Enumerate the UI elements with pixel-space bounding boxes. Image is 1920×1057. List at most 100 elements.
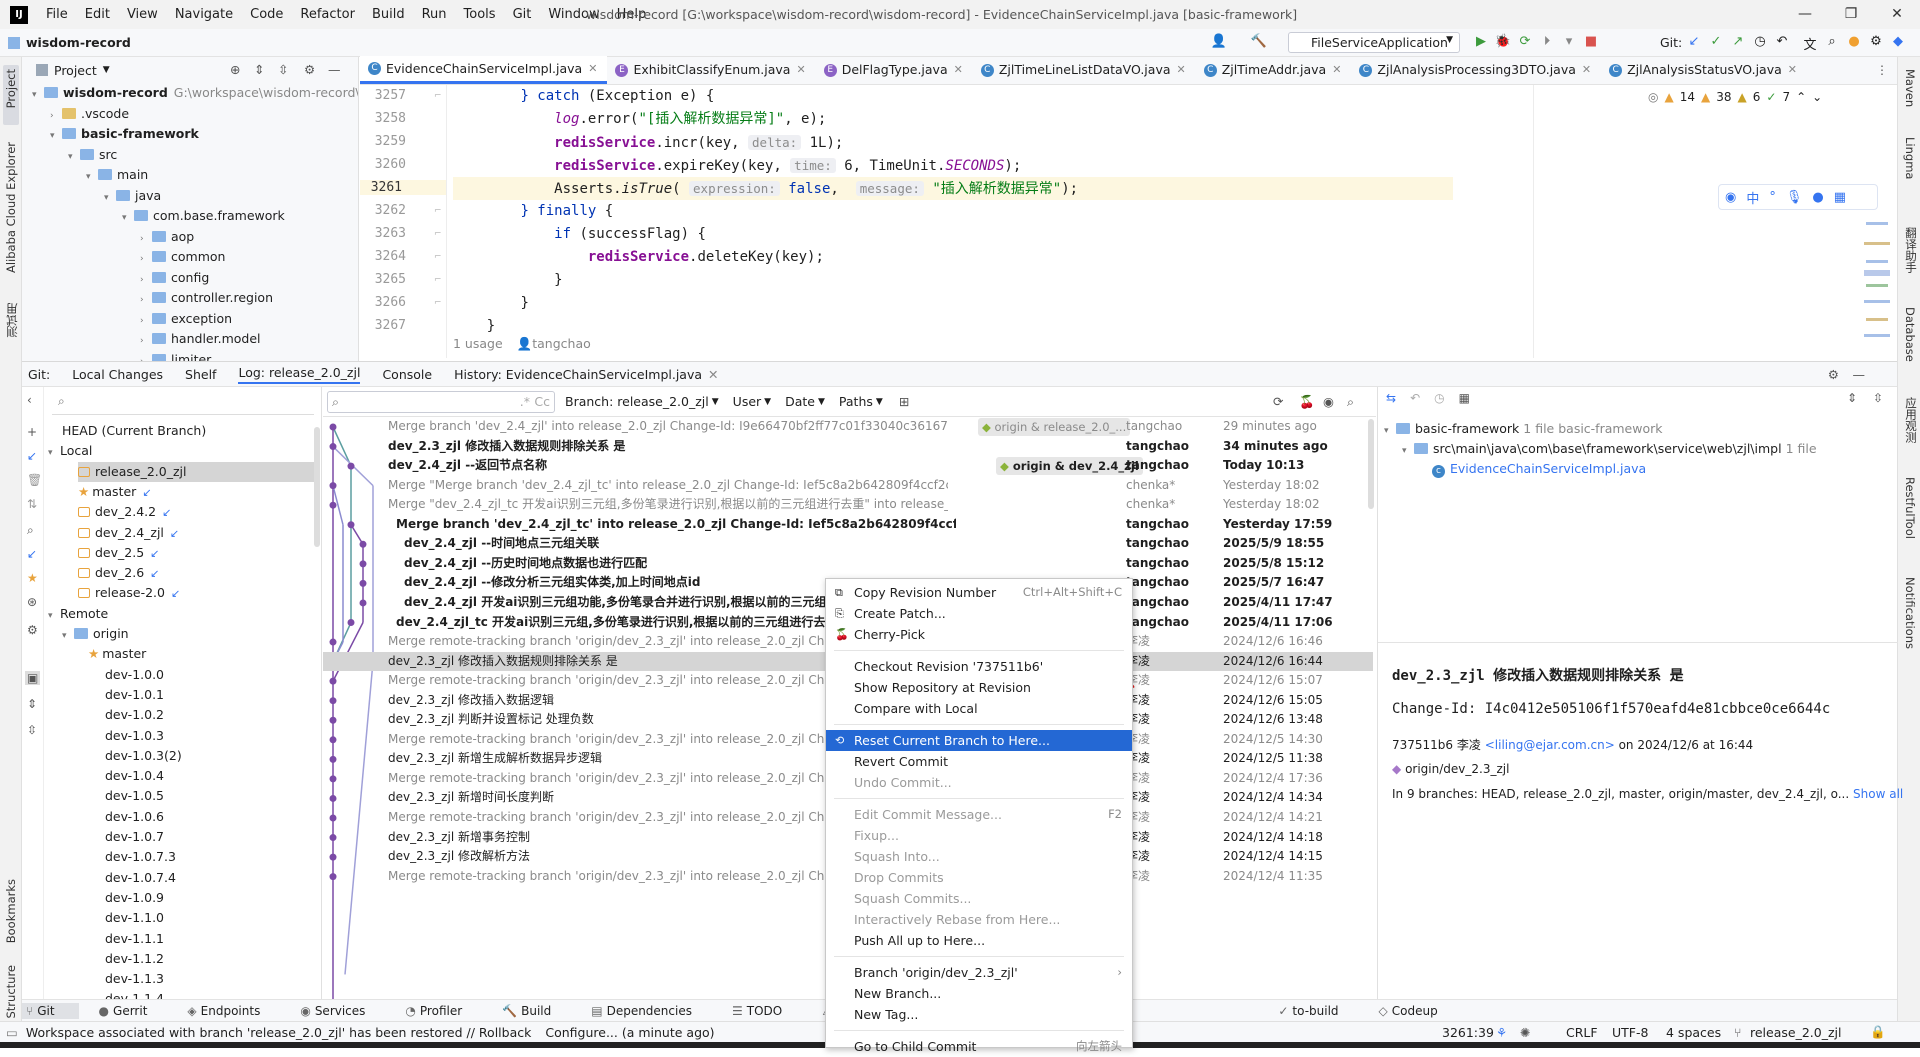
date-filter[interactable]: Date (785, 394, 815, 409)
chevron-right-icon[interactable]: › (50, 106, 62, 126)
branch-group-local[interactable]: ▾ Local (48, 441, 92, 461)
context-menu-item[interactable]: Squash Into... (826, 846, 1132, 867)
debug-icon[interactable]: 🐞 (1492, 34, 1514, 49)
tree-item[interactable]: › handler.model (140, 329, 261, 349)
branch-head[interactable]: HEAD (Current Branch) (62, 421, 206, 441)
commit-row[interactable]: dev_2.4_zjl --历史时间地点数据也进行匹配 tangchao 2025/… (323, 554, 1373, 574)
context-menu-item[interactable]: 🍒 Cherry-Pick (826, 624, 1132, 645)
add-icon[interactable]: + (27, 425, 37, 439)
tool-services[interactable]: ◉ Services (300, 1004, 385, 1018)
expand-all-icon[interactable]: ⇕ (254, 62, 264, 77)
expand-all-icon[interactable]: ⇕ (1847, 391, 1857, 405)
branch-remote-origin[interactable]: ▾ origin (62, 624, 129, 644)
collapse-all-icon[interactable]: ⇳ (1873, 391, 1883, 405)
context-menu-item[interactable]: Checkout Revision '737511b6' (826, 656, 1132, 677)
tree-item[interactable]: › exception (140, 309, 232, 329)
tool-test[interactable]: 测试用 (4, 303, 20, 338)
eye-icon[interactable]: ◉ (1323, 394, 1334, 409)
branch-item-remote[interactable]: ★ master (88, 644, 146, 664)
hammer-icon[interactable]: 🔨 (1248, 34, 1270, 49)
cherry-pick-icon[interactable]: 🍒 (1299, 394, 1315, 410)
branch-item-remote[interactable]: dev-1.0.5 (88, 786, 164, 806)
menu-code[interactable]: Code (250, 7, 283, 22)
expand-icon[interactable]: ⇕ (27, 697, 37, 711)
project-panel-title[interactable]: Project (54, 63, 97, 78)
branch-item-local[interactable]: dev_2.5 ↙ (78, 543, 159, 563)
case-label[interactable]: Cc (534, 394, 550, 409)
delete-icon[interactable]: 🗑 (27, 473, 42, 487)
context-menu-item[interactable]: ⟲ Reset Current Branch to Here... (826, 730, 1132, 751)
tool-maven[interactable]: Maven (1903, 69, 1917, 107)
context-menu-item[interactable]: ⎘ Create Patch... (826, 603, 1132, 624)
chevron-down-icon[interactable]: ▾ (104, 188, 116, 208)
fold-icon[interactable]: ⌐ (434, 298, 442, 308)
editor-tab[interactable]: C EvidenceChainServiceImpl.java ✕ (360, 55, 608, 84)
debug-icon[interactable]: ✺ (1520, 1025, 1530, 1040)
lingma-icon[interactable]: ◆ (1887, 34, 1909, 53)
commit-row[interactable]: dev_2.3_zjl 修改插入数据规则排除关系 是 tangchao 34 min… (323, 437, 1373, 457)
tab-shelf[interactable]: Shelf (185, 367, 216, 382)
tool-translate[interactable]: 翻译助手 (1903, 227, 1919, 273)
context-menu-item[interactable]: Interactively Rebase from Here... (826, 909, 1132, 930)
branch-item-remote[interactable]: dev-1.0.3(2) (88, 746, 182, 766)
regex-icon[interactable]: .* (520, 394, 530, 409)
chevron-right-icon[interactable]: › (140, 290, 152, 310)
branch-item-remote[interactable]: dev-1.1.2 (88, 949, 164, 969)
context-menu-item[interactable]: Push All up to Here... (826, 930, 1132, 951)
branch-item-remote[interactable]: dev-1.0.7.3 (88, 847, 176, 867)
commit-row[interactable]: Merge "Merge branch 'dev_2.4_zjl_tc' int… (323, 476, 1373, 496)
close-tab-icon[interactable]: ✕ (796, 56, 805, 84)
show-diff-icon[interactable]: ⇆ (1386, 391, 1396, 405)
tool-dependencies[interactable]: ▤ Dependencies (591, 1004, 712, 1018)
context-menu-item[interactable]: New Tag... (826, 1004, 1132, 1025)
chevron-right-icon[interactable]: › (140, 249, 152, 269)
tool-todo[interactable]: ☰ TODO (732, 1004, 802, 1018)
chevron-right-icon[interactable]: › (140, 229, 152, 249)
branch-item-local[interactable]: dev_2.6 ↙ (78, 563, 159, 583)
branch-item-remote[interactable]: dev-1.0.0 (88, 665, 164, 685)
changed-file[interactable]: c EvidenceChainServiceImpl.java (1432, 459, 1646, 479)
tool-endpoints[interactable]: ◈ Endpoints (187, 1004, 280, 1018)
history-icon[interactable]: ◷ (1434, 391, 1444, 405)
usage-hint[interactable]: 1 usage 👤tangchao (453, 336, 591, 352)
branch-item-remote[interactable]: dev-1.1.4 (88, 989, 164, 999)
editor-tab[interactable]: C ZjlAnalysisProcessing3DTO.java ✕ (1351, 56, 1601, 84)
refresh-icon[interactable]: ⟳ (1273, 394, 1283, 409)
chevron-right-icon[interactable]: › (140, 270, 152, 290)
commit-icon[interactable]: ✓ (1705, 34, 1727, 53)
chevron-down-icon[interactable]: ▼ (103, 65, 110, 75)
branch-item-remote[interactable]: dev-1.0.6 (88, 807, 164, 827)
changed-path[interactable]: ▾ src\main\java\com\base\framework\servic… (1402, 439, 1817, 459)
user-filter[interactable]: User (733, 394, 762, 409)
branch-item-local[interactable]: ★ master ↙ (78, 482, 152, 502)
fold-icon[interactable]: ⌐ (434, 275, 442, 285)
tool-to-build[interactable]: ✓ to-build (1278, 1004, 1358, 1018)
author-email-link[interactable]: <liling@ejar.com.cn> (1485, 738, 1615, 752)
group-icon[interactable]: ▣ (25, 671, 41, 685)
chevron-down-icon[interactable]: ▾ (48, 443, 60, 463)
more-tabs-icon[interactable]: ⋮ (1876, 63, 1888, 77)
show-all-link[interactable]: Show all (1853, 787, 1903, 801)
tab-local-changes[interactable]: Local Changes (72, 367, 163, 382)
branch-item-remote[interactable]: dev-1.1.1 (88, 929, 164, 949)
changed-root[interactable]: ▾ basic-framework 1 file basic-framework (1384, 419, 1663, 439)
editor-tab[interactable]: E DelFlagType.java ✕ (816, 56, 973, 84)
commit-row[interactable]: dev_2.4_zjl --时间地点三元组关联 tangchao 2025/5/9 … (323, 534, 1373, 554)
gear-icon[interactable]: ⚙ (304, 62, 315, 77)
cursor-position[interactable]: 3261:39 (1442, 1025, 1494, 1040)
context-menu-item[interactable]: Show Repository at Revision (826, 677, 1132, 698)
back-icon[interactable]: ‹ (27, 393, 32, 407)
branch-item-remote[interactable]: dev-1.0.4 (88, 766, 164, 786)
locate-icon[interactable]: ⊕ (230, 62, 240, 77)
context-menu-item[interactable]: Drop Commits (826, 867, 1132, 888)
ime-floating-toolbar[interactable]: ◉ 中 ° 🎙 ● ▦ (1718, 184, 1878, 210)
tab-log[interactable]: Log: release_2.0_zjl (238, 365, 361, 384)
chevron-right-icon[interactable]: › (140, 331, 152, 351)
gear-icon[interactable]: ⚙ (27, 623, 38, 637)
grid-icon[interactable]: ▦ (1834, 190, 1846, 205)
tool-database[interactable]: Database (1903, 307, 1917, 362)
collapse-icon[interactable]: ⇳ (27, 723, 37, 737)
close-tab-icon[interactable]: ✕ (588, 55, 597, 83)
close-tab-icon[interactable]: ✕ (708, 367, 718, 382)
indent-setting[interactable]: 4 spaces (1666, 1025, 1721, 1040)
